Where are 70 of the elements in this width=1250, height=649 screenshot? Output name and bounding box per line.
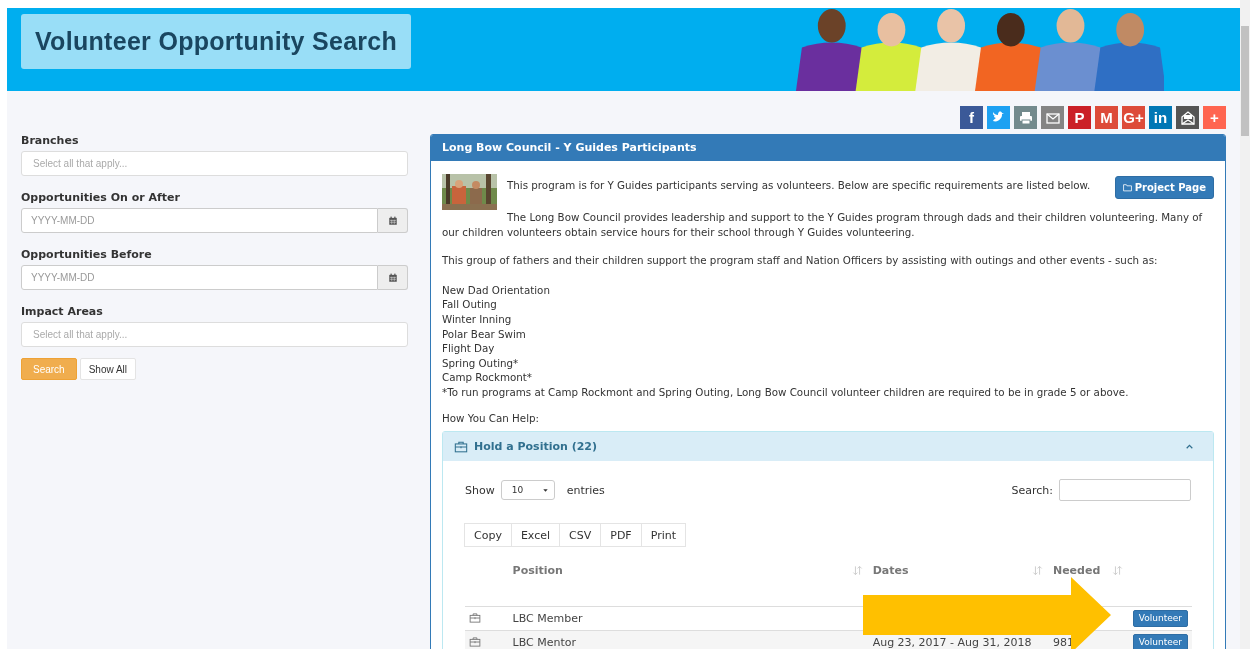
export-button[interactable]: PDF [600,523,642,548]
show-all-button[interactable]: Show All [79,358,137,380]
scrollbar[interactable] [1240,0,1250,649]
page-title: Volunteer Opportunity Search [21,14,412,69]
description-text: This program is for Y Guides participants serving as volunteers. Below are specific requirements are listed below. [507,178,1092,193]
email-share-button[interactable] [1041,106,1064,129]
facebook-share-button[interactable]: f [960,106,983,129]
more-share-button[interactable]: + [1203,106,1226,129]
description-text: The Long Bow Council provides leadership and support to the Y Guides program through dads and their children volunteering. Many of our children volunteers obtain service hours for their school through Y Guides volunteering. [442,210,1204,240]
pinterest-share-button[interactable]: P [1068,106,1091,129]
calendar-button[interactable] [378,265,408,290]
mailer-icon [1179,109,1196,126]
date-field[interactable]: YYYY-MM-DD [21,208,378,233]
entries-label: entries [566,483,605,497]
sort-icon [851,565,863,577]
event-item: Winter Inning [442,311,513,327]
briefcase-icon [469,612,481,625]
export-button[interactable]: Print [640,523,686,548]
column-header[interactable]: Needed [1052,564,1101,578]
accordion-title: Hold a Position (22) [474,440,599,454]
panel-title: Long Bow Council - Y Guides Participants [431,135,1225,161]
linkedin-share-button[interactable]: in [1149,106,1172,129]
event-item: New Dad Orientation [442,282,551,298]
page-size-select[interactable]: 10 [500,480,555,501]
select-field[interactable]: Select all that apply... [21,151,408,176]
column-header[interactable]: Position [512,564,563,578]
table-cell: 981 [1052,635,1074,649]
select-field[interactable]: Select all that apply... [21,322,408,347]
project-page-button[interactable]: Project Page [1114,176,1214,199]
print-icon [1017,109,1034,126]
export-button[interactable]: Excel [510,523,561,548]
table-search-field[interactable] [1059,479,1191,502]
folder-icon [1122,183,1132,192]
mailer-share-button[interactable] [1176,106,1199,129]
field-label: Opportunities Before [21,248,153,261]
event-item: Flight Day [442,341,496,356]
twitter-share-button[interactable] [987,106,1010,129]
export-button[interactable]: CSV [559,523,602,548]
calendar-icon [387,272,398,283]
field-label: Impact Areas [21,305,104,318]
briefcase-icon [454,439,468,454]
event-item: Spring Outing* [442,355,520,371]
table-cell: LBC Mentor [512,635,577,649]
table-cell: LBC Member [512,611,583,625]
field-label: Opportunities On or After [21,191,181,204]
event-item: Polar Bear Swim [442,326,527,342]
volunteer-button[interactable]: Volunteer [1132,609,1188,627]
column-header[interactable]: Dates [872,564,909,578]
date-field[interactable]: YYYY-MM-DD [21,265,378,290]
footnote-text: *To run programs at Camp Rockmont and Spring Outing, Long Bow Council volunteer children are required to be in grade 5 or above. [442,384,1130,400]
event-item: Fall Outing [442,297,498,312]
show-label: Show [465,483,495,497]
field-label: Branches [21,134,80,147]
caret-icon [541,486,549,494]
section-label: How You Can Help: [442,410,540,426]
sort-icon [1031,565,1043,577]
export-button[interactable]: Copy [464,523,512,548]
googleplus-share-button[interactable]: G+ [1122,106,1145,129]
search-label: Search: [1011,483,1053,497]
sort-icon [1111,565,1123,577]
description-text: This group of fathers and their children support the program staff and Nation Officers by assisting with outings and other events - such as: [442,253,1159,268]
event-item: Camp Rockmont* [442,370,533,385]
table-cell: Aug 23, 2017 - Aug 31, 2018 [872,635,1032,649]
briefcase-icon [469,636,481,649]
calendar-button[interactable] [378,208,408,233]
volunteer-button[interactable]: Volunteer [1132,633,1188,649]
calendar-icon [387,215,398,226]
print-share-button[interactable] [1014,106,1037,129]
accordion-header[interactable]: Hold a Position (22) [443,432,1213,462]
gmail-share-button[interactable]: M [1095,106,1118,129]
